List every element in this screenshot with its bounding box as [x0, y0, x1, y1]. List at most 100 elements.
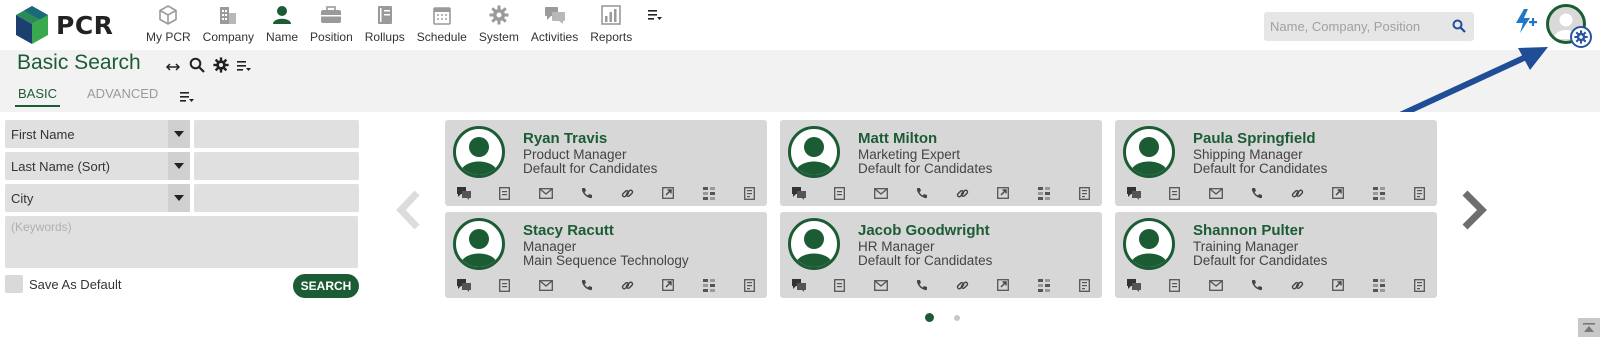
- tab-advanced[interactable]: ADVANCED: [84, 84, 161, 107]
- phone-icon[interactable]: [580, 278, 594, 292]
- open-external-icon[interactable]: [996, 186, 1010, 200]
- link-icon[interactable]: [620, 186, 634, 200]
- nav-activities[interactable]: Activities: [525, 2, 584, 48]
- link-icon[interactable]: [1290, 186, 1304, 200]
- activities-icon[interactable]: [457, 278, 471, 292]
- candidate-name[interactable]: Ryan Travis: [523, 130, 607, 147]
- carousel-next-chevron-icon[interactable]: [1460, 190, 1488, 235]
- field-select[interactable]: First Name: [5, 120, 190, 148]
- notes-icon[interactable]: [498, 278, 512, 292]
- link-icon[interactable]: [955, 186, 969, 200]
- candidate-card[interactable]: Paula Springfield Shipping Manager Default…: [1115, 120, 1437, 206]
- pipeline-icon[interactable]: [1372, 186, 1386, 200]
- list-filter-icon[interactable]: [180, 90, 194, 108]
- candidate-avatar[interactable]: [453, 218, 505, 270]
- document-icon[interactable]: [1413, 186, 1427, 200]
- email-icon[interactable]: [1208, 186, 1223, 200]
- pipeline-icon[interactable]: [1372, 278, 1386, 292]
- activities-icon[interactable]: [457, 186, 471, 200]
- candidate-avatar[interactable]: [453, 126, 505, 178]
- nav-more-menu[interactable]: [648, 2, 670, 48]
- notes-icon[interactable]: [833, 278, 847, 292]
- document-icon[interactable]: [743, 278, 757, 292]
- candidate-name[interactable]: Jacob Goodwright: [858, 222, 990, 239]
- first-name-input[interactable]: [194, 120, 359, 148]
- open-external-icon[interactable]: [996, 278, 1010, 292]
- email-icon[interactable]: [873, 278, 888, 292]
- phone-icon[interactable]: [915, 186, 929, 200]
- link-icon[interactable]: [620, 278, 634, 292]
- candidate-avatar[interactable]: [1123, 126, 1175, 178]
- document-icon[interactable]: [1078, 186, 1092, 200]
- candidate-card[interactable]: Ryan Travis Product Manager Default for Ca…: [445, 120, 767, 206]
- field-select[interactable]: City: [5, 184, 190, 212]
- scroll-to-top-button[interactable]: [1578, 318, 1600, 337]
- phone-icon[interactable]: [580, 186, 594, 200]
- notes-icon[interactable]: [498, 186, 512, 200]
- candidate-avatar[interactable]: [788, 126, 840, 178]
- candidate-avatar[interactable]: [788, 218, 840, 270]
- open-external-icon[interactable]: [661, 186, 675, 200]
- candidate-card[interactable]: Jacob Goodwright HR Manager Default for Ca…: [780, 212, 1102, 298]
- search-icon[interactable]: [189, 57, 205, 78]
- open-external-icon[interactable]: [661, 278, 675, 292]
- quick-add-bolt-icon[interactable]: [1512, 8, 1538, 39]
- user-settings-gear-icon[interactable]: [1570, 26, 1592, 48]
- pipeline-icon[interactable]: [702, 278, 716, 292]
- email-icon[interactable]: [1208, 278, 1223, 292]
- email-icon[interactable]: [873, 186, 888, 200]
- settings-gear-icon[interactable]: [213, 57, 229, 78]
- candidate-card[interactable]: Matt Milton Marketing Expert Default for C…: [780, 120, 1102, 206]
- notes-icon[interactable]: [1168, 186, 1182, 200]
- candidate-name[interactable]: Shannon Pulter: [1193, 222, 1304, 239]
- candidate-name[interactable]: Stacy Racutt: [523, 222, 614, 239]
- notes-icon[interactable]: [833, 186, 847, 200]
- carousel-dot[interactable]: [954, 314, 960, 321]
- activities-icon[interactable]: [1127, 278, 1141, 292]
- nav-rollups[interactable]: Rollups: [359, 2, 411, 48]
- email-icon[interactable]: [538, 278, 553, 292]
- link-icon[interactable]: [1290, 278, 1304, 292]
- candidate-avatar[interactable]: [1123, 218, 1175, 270]
- expand-width-icon[interactable]: [165, 59, 181, 77]
- email-icon[interactable]: [538, 186, 553, 200]
- field-select[interactable]: Last Name (Sort): [5, 152, 190, 180]
- nav-company[interactable]: Company: [197, 2, 260, 48]
- last-name-input[interactable]: [194, 152, 359, 180]
- phone-icon[interactable]: [1250, 186, 1264, 200]
- pipeline-icon[interactable]: [1037, 278, 1051, 292]
- document-icon[interactable]: [1078, 278, 1092, 292]
- pipeline-icon[interactable]: [702, 186, 716, 200]
- save-default-checkbox[interactable]: [5, 275, 23, 293]
- notes-icon[interactable]: [1168, 278, 1182, 292]
- pipeline-icon[interactable]: [1037, 186, 1051, 200]
- search-icon[interactable]: [1452, 19, 1466, 38]
- link-icon[interactable]: [955, 278, 969, 292]
- nav-system[interactable]: System: [473, 2, 525, 48]
- candidate-name[interactable]: Paula Springfield: [1193, 130, 1316, 147]
- document-icon[interactable]: [743, 186, 757, 200]
- nav-position[interactable]: Position: [304, 2, 359, 48]
- global-search-input[interactable]: [1264, 12, 1444, 41]
- list-filter-icon[interactable]: [237, 59, 251, 77]
- candidate-name[interactable]: Matt Milton: [858, 130, 937, 147]
- keywords-textarea[interactable]: (Keywords): [5, 216, 358, 268]
- nav-schedule[interactable]: Schedule: [411, 2, 473, 48]
- activities-icon[interactable]: [792, 186, 806, 200]
- carousel-prev-chevron-icon[interactable]: [396, 190, 422, 235]
- candidate-card[interactable]: Stacy Racutt Manager Main Sequence Technol…: [445, 212, 767, 298]
- candidate-card[interactable]: Shannon Pulter Training Manager Default fo…: [1115, 212, 1437, 298]
- tab-basic[interactable]: BASIC: [15, 84, 61, 107]
- phone-icon[interactable]: [1250, 278, 1264, 292]
- nav-name[interactable]: Name: [260, 2, 304, 48]
- search-button[interactable]: SEARCH: [293, 274, 359, 298]
- open-external-icon[interactable]: [1331, 186, 1345, 200]
- phone-icon[interactable]: [915, 278, 929, 292]
- pcr-logo[interactable]: PCR: [14, 4, 122, 46]
- nav-my-pcr[interactable]: My PCR: [140, 2, 197, 48]
- activities-icon[interactable]: [1127, 186, 1141, 200]
- open-external-icon[interactable]: [1331, 278, 1345, 292]
- activities-icon[interactable]: [792, 278, 806, 292]
- carousel-dot-active[interactable]: [925, 313, 934, 322]
- nav-reports[interactable]: Reports: [584, 2, 638, 48]
